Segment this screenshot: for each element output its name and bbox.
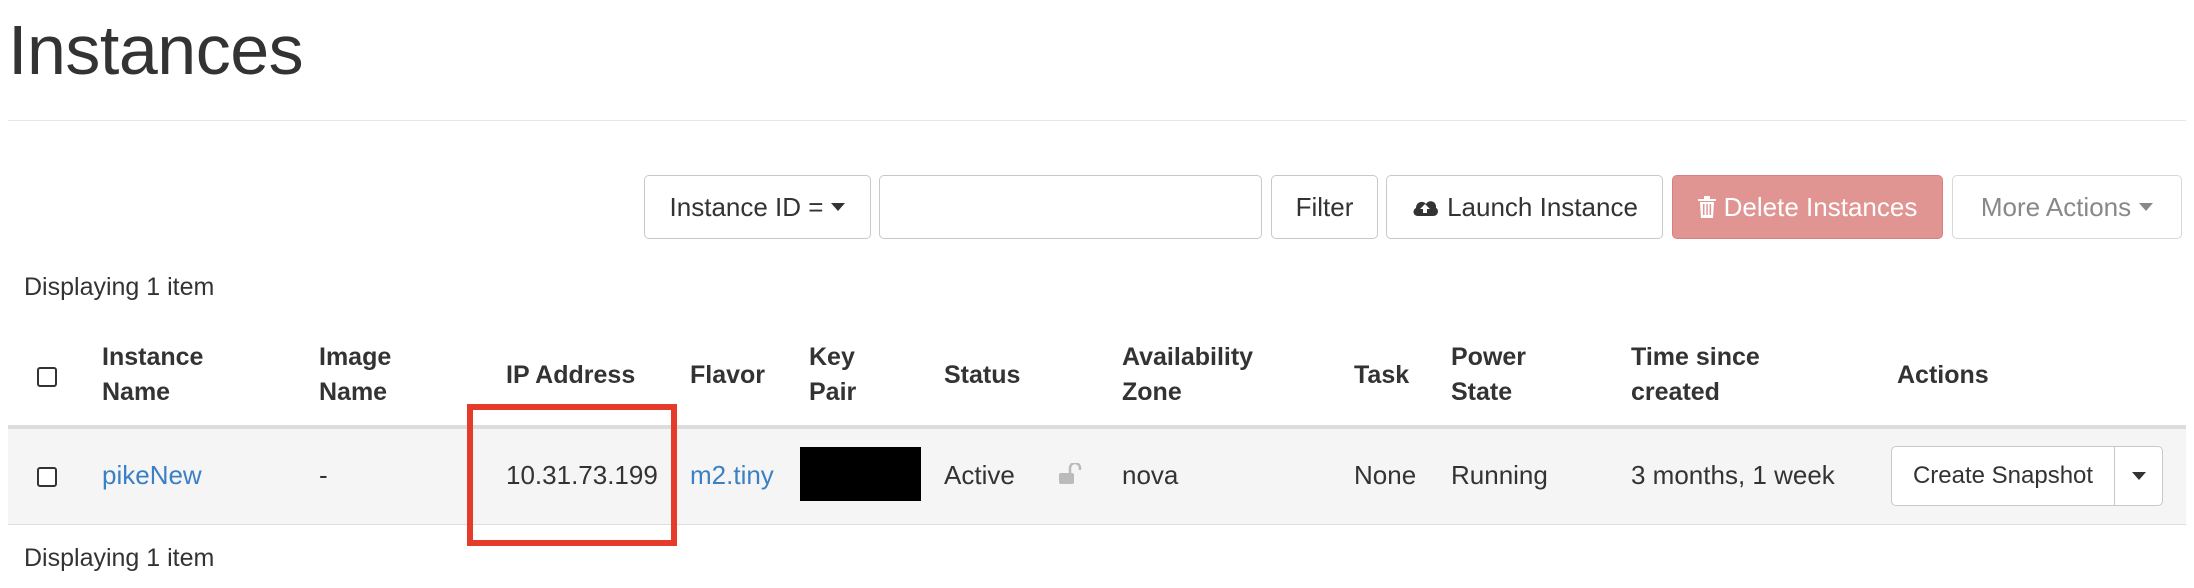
key-pair-redacted <box>800 447 921 501</box>
caret-down-icon <box>2131 472 2146 480</box>
filter-field-dropdown[interactable]: Instance ID = <box>644 175 871 239</box>
availability-zone-cell: nova <box>1122 460 1179 490</box>
header-text: Name <box>102 378 171 406</box>
header-text: Instance <box>102 343 204 371</box>
table-row-divider <box>8 524 2186 525</box>
header-availability-zone[interactable]: Availability Zone <box>1122 340 1253 410</box>
header-text: Image <box>319 343 392 371</box>
delete-instances-label: Delete Instances <box>1723 191 1918 222</box>
trash-icon <box>1697 196 1716 218</box>
create-snapshot-label: Create Snapshot <box>1912 462 2094 489</box>
delete-instances-button[interactable]: Delete Instances <box>1672 175 1943 239</box>
header-text: Pair <box>809 378 857 406</box>
filter-button-label: Filter <box>1295 191 1354 222</box>
row-select-checkbox[interactable] <box>37 467 57 487</box>
header-image-name[interactable]: Image Name <box>319 340 391 410</box>
flavor-link[interactable]: m2.tiny <box>690 458 774 493</box>
image-name-cell: - <box>319 460 328 490</box>
header-instance-name[interactable]: Instance Name <box>102 340 203 410</box>
title-divider <box>8 120 2186 121</box>
item-count-bottom: Displaying 1 item <box>24 544 215 572</box>
item-count-top: Displaying 1 item <box>24 273 215 301</box>
header-key-pair[interactable]: Key Pair <box>809 340 856 410</box>
header-power-state[interactable]: Power State <box>1451 340 1526 410</box>
header-flavor[interactable]: Flavor <box>690 358 765 393</box>
header-text: Power <box>1451 343 1527 371</box>
page-title: Instances <box>8 11 304 89</box>
launch-instance-button[interactable]: Launch Instance <box>1386 175 1663 239</box>
ip-address-cell: 10.31.73.199 <box>506 460 658 490</box>
caret-down-icon <box>831 203 846 211</box>
instance-name-link[interactable]: pikeNew <box>102 458 202 493</box>
time-since-created-cell: 3 months, 1 week <box>1631 460 1835 490</box>
filter-input[interactable] <box>879 175 1262 239</box>
select-all-checkbox[interactable] <box>37 367 57 387</box>
launch-instance-label: Launch Instance <box>1447 191 1638 222</box>
filter-field-label: Instance ID = <box>669 191 824 222</box>
task-cell: None <box>1354 460 1417 490</box>
header-text: Availability <box>1122 343 1254 371</box>
header-status[interactable]: Status <box>944 358 1020 393</box>
cloud-upload-icon <box>1413 201 1439 216</box>
header-time-since-created[interactable]: Time since created <box>1631 340 1760 410</box>
header-actions: Actions <box>1897 361 1989 389</box>
header-text: Time since <box>1631 343 1760 371</box>
row-actions-dropdown-toggle[interactable] <box>2114 446 2163 506</box>
unlock-icon <box>1059 463 1082 484</box>
header-text: Name <box>319 378 388 406</box>
header-text: created <box>1631 378 1720 406</box>
more-actions-button[interactable]: More Actions <box>1952 175 2182 239</box>
header-text: Key <box>809 343 855 371</box>
filter-button[interactable]: Filter <box>1271 175 1378 239</box>
caret-down-icon <box>2139 203 2154 211</box>
more-actions-label: More Actions <box>1980 191 2132 222</box>
header-text: State <box>1451 378 1513 406</box>
power-state-cell: Running <box>1451 460 1548 490</box>
create-snapshot-button[interactable]: Create Snapshot <box>1891 446 2115 506</box>
status-cell: Active <box>944 460 1015 490</box>
header-text: Zone <box>1122 378 1182 406</box>
header-task[interactable]: Task <box>1354 358 1409 393</box>
table-row <box>8 429 2186 524</box>
header-ip-address[interactable]: IP Address <box>506 358 635 393</box>
